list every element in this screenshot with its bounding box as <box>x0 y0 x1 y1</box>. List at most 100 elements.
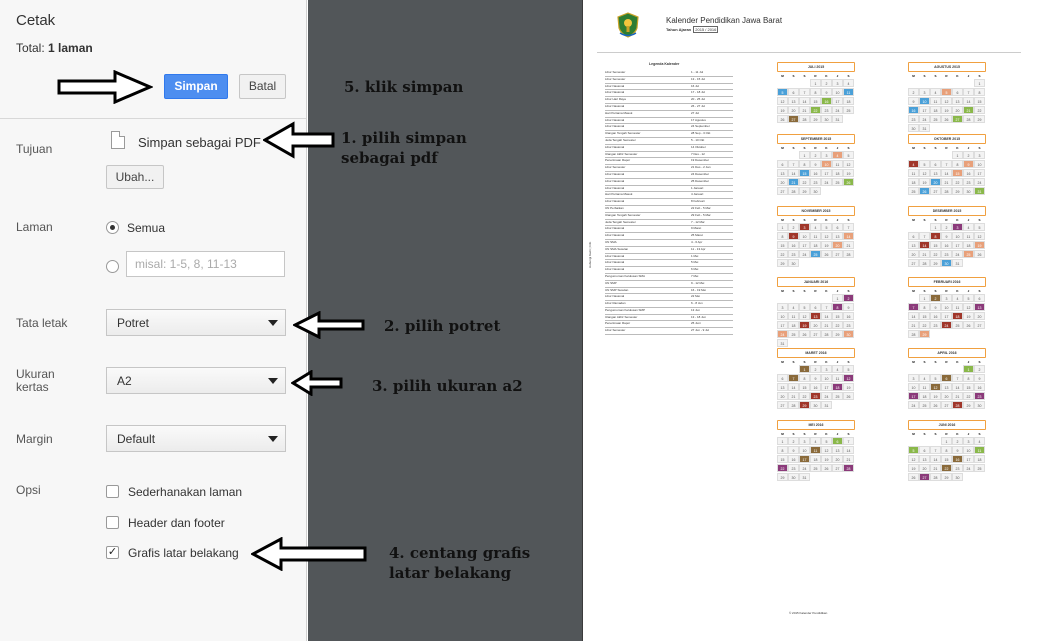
legend-event: Penerimaan Rapor <box>605 321 631 326</box>
empty-cell <box>919 79 930 87</box>
day-cell: 15 <box>941 455 952 463</box>
month-calendar: JANUARI 2016 M S S R K J S 1 2 3 4 5 6 7 8 9 10 11 12 13 14 15… <box>777 277 855 347</box>
arrow-left-icon <box>291 370 343 396</box>
day-cell: 6 <box>908 232 919 240</box>
pages-custom-input[interactable]: misal: 1-5, 8, 11-13 <box>126 251 285 277</box>
day-cell: 21 <box>799 106 810 114</box>
day-cell: 17 <box>799 241 810 249</box>
day-cell: 27 <box>930 187 941 195</box>
day-cell: 20 <box>974 312 985 320</box>
day-cell: 23 <box>788 464 799 472</box>
empty-cell <box>941 79 952 87</box>
day-cell: 5 <box>974 223 985 231</box>
day-grid: 1 2 3 4 5 6 7 8 9 10 11 12 13 14 15 16 17 18 19 20 21 22 23 24 2… <box>777 365 855 409</box>
empty-cell <box>963 79 974 87</box>
empty-cell <box>908 151 919 159</box>
day-grid: 1 2 3 4 5 6 7 8 9 10 11 12 13 14 15 16 17 18 19 20 21 22 23 24 2… <box>908 365 986 409</box>
empty-cell <box>930 437 941 445</box>
layout-select[interactable]: Potret <box>106 309 286 336</box>
legend-row: Libur Nasional 8 Februari <box>605 199 733 206</box>
annotation-step2: 2. pilih potret <box>384 317 501 335</box>
day-cell: 18 <box>963 241 974 249</box>
west-java-emblem-icon <box>617 12 639 38</box>
header-footer-checkbox[interactable] <box>106 516 119 529</box>
cancel-button[interactable]: Batal <box>239 74 286 99</box>
day-cell: 17 <box>952 241 963 249</box>
legend-event: Pengumuman Kelulusan SMP <box>605 307 646 312</box>
day-cell: 7 <box>963 88 974 96</box>
legend-row: Pengumuman Kelulusan SMP 13 Jun <box>605 308 733 315</box>
day-cell: 9 <box>941 232 952 240</box>
day-cell: 21 <box>843 455 854 463</box>
legend-event: Libur Nasional <box>605 253 625 258</box>
day-cell: 28 <box>952 401 963 409</box>
day-cell: 4 <box>832 365 843 373</box>
background-graphics-checkbox[interactable]: ✓ <box>106 546 119 559</box>
day-cell: 3 <box>832 79 843 87</box>
paper-size-select[interactable]: A2 <box>106 367 286 394</box>
legend-row: Libur Nasional 26 - 27 Jul <box>605 104 733 111</box>
month-title: AGUSTUS 2015 <box>908 62 986 72</box>
legend-event: Libur Nasional <box>605 124 625 129</box>
legend-event: Libur Semester <box>605 165 626 170</box>
day-cell: 13 <box>974 303 985 311</box>
day-cell: 3 <box>963 437 974 445</box>
day-grid: 1 2 3 4 5 6 7 8 9 10 11 12 13 14 15 16 17 18 19 20 21 22 23 24 2… <box>908 437 986 481</box>
day-cell: 8 <box>974 88 985 96</box>
day-cell: 23 <box>788 250 799 258</box>
day-cell: 20 <box>941 392 952 400</box>
pages-all-radio[interactable] <box>106 221 119 234</box>
day-cell: 19 <box>908 464 919 472</box>
day-cell: 5 <box>821 437 832 445</box>
day-cell: 22 <box>810 106 821 114</box>
day-cell: 30 <box>908 124 919 132</box>
day-cell: 31 <box>777 339 788 347</box>
empty-cell <box>799 79 810 87</box>
day-cell: 5 <box>963 294 974 302</box>
month-title: JUNI 2016 <box>908 420 986 430</box>
day-cell: 8 <box>777 446 788 454</box>
day-cell: 16 <box>974 383 985 391</box>
day-cell: 25 <box>810 464 821 472</box>
day-cell: 26 <box>843 392 854 400</box>
legend-date: 24 Desember <box>691 171 710 176</box>
day-cell: 3 <box>941 294 952 302</box>
day-cell: 5 <box>777 88 788 96</box>
day-cell: 8 <box>919 303 930 311</box>
day-cell: 3 <box>919 88 930 96</box>
legend-row: Libur Nasional 22 Mei <box>605 294 733 302</box>
day-cell: 29 <box>832 330 843 338</box>
destination-label: Tujuan <box>16 142 53 156</box>
empty-cell <box>919 437 930 445</box>
print-preview-page[interactable]: Kalender Pendidikan Jawa Barat Tahun Aja… <box>582 0 1045 641</box>
day-cell: 30 <box>788 473 799 481</box>
day-cell: 15 <box>777 455 788 463</box>
margins-select[interactable]: Default <box>106 425 286 452</box>
day-cell: 24 <box>799 464 810 472</box>
day-cell: 6 <box>832 223 843 231</box>
save-button[interactable]: Simpan <box>164 74 228 99</box>
legend-date: 11 - 13 Apr <box>691 246 706 251</box>
day-cell: 5 <box>941 88 952 96</box>
empty-cell <box>919 223 930 231</box>
day-cell: 28 <box>941 187 952 195</box>
pages-custom-radio[interactable] <box>106 260 119 273</box>
pages-all-label: Semua <box>127 221 166 235</box>
day-cell: 24 <box>963 464 974 472</box>
day-cell: 18 <box>810 241 821 249</box>
change-destination-button[interactable]: Ubah... <box>106 165 164 189</box>
day-cell: 21 <box>788 392 799 400</box>
day-cell: 22 <box>799 392 810 400</box>
day-cell: 7 <box>908 303 919 311</box>
day-cell: 3 <box>908 374 919 382</box>
day-cell: 9 <box>908 97 919 105</box>
day-cell: 11 <box>919 383 930 391</box>
day-cell: 1 <box>777 223 788 231</box>
day-cell: 11 <box>908 169 919 177</box>
chevron-down-icon <box>268 378 278 384</box>
pdf-file-icon <box>111 131 125 149</box>
day-cell: 4 <box>788 303 799 311</box>
simplify-page-checkbox[interactable] <box>106 485 119 498</box>
day-cell: 2 <box>952 437 963 445</box>
day-cell: 14 <box>799 97 810 105</box>
